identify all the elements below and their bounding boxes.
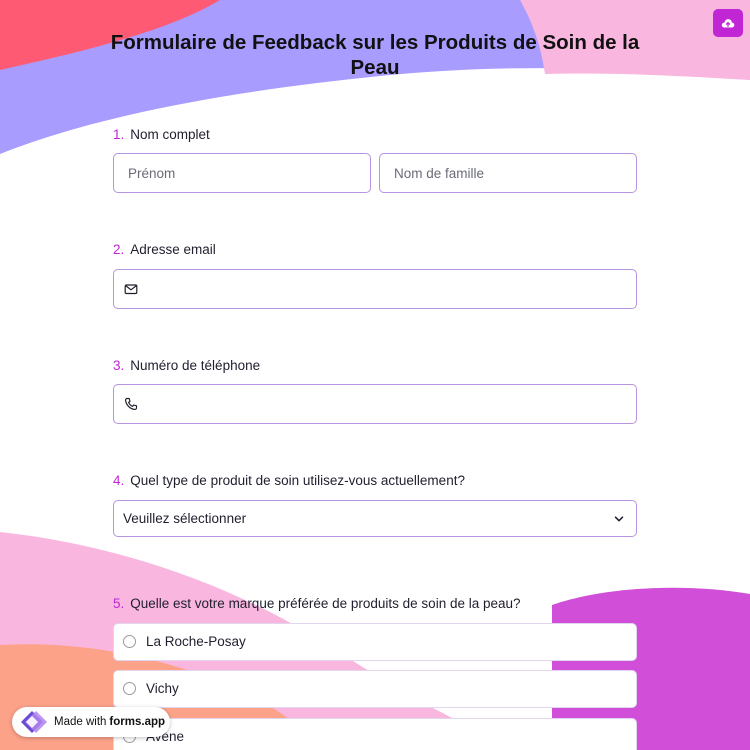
last-name-field[interactable] [379, 153, 637, 193]
cloud-upload-icon [721, 19, 735, 28]
phone-field[interactable] [113, 384, 637, 424]
question-text: Nom complet [130, 127, 210, 142]
question-3-label: 3. Numéro de téléphone [113, 358, 260, 373]
radio-button[interactable] [123, 682, 136, 695]
first-name-input[interactable] [114, 154, 370, 192]
question-text: Quelle est votre marque préférée de prod… [130, 596, 521, 611]
question-text: Adresse email [130, 242, 216, 257]
option-label: La Roche-Posay [146, 634, 246, 649]
envelope-icon [124, 284, 138, 295]
brand-option[interactable]: La Roche-Posay [113, 623, 637, 661]
question-2-label: 2. Adresse email [113, 242, 216, 257]
chevron-down-icon [614, 516, 624, 522]
forms-app-logo-icon [21, 711, 47, 733]
question-text: Numéro de téléphone [130, 358, 261, 373]
email-field[interactable] [113, 269, 637, 309]
last-name-input[interactable] [380, 154, 636, 192]
email-input[interactable] [114, 270, 636, 308]
option-label: Vichy [146, 681, 179, 696]
select-value: Veuillez sélectionner [123, 511, 247, 526]
question-number: 4. [113, 473, 125, 488]
question-4-label: 4. Quel type de produit de soin utilisez-… [113, 473, 465, 488]
product-type-select[interactable]: Veuillez sélectionner [113, 500, 637, 537]
question-number: 2. [113, 242, 125, 257]
badge-prefix: Made with [54, 716, 107, 728]
made-with-badge[interactable]: Made with forms.app [12, 707, 170, 737]
phone-input[interactable] [114, 385, 636, 423]
question-text: Quel type de produit de soin utilisez-vo… [130, 473, 465, 488]
brand-option[interactable]: Vichy [113, 670, 637, 708]
brand-option[interactable]: Avène [113, 718, 637, 750]
radio-button[interactable] [123, 635, 136, 648]
question-5-label: 5. Quelle est votre marque préférée de pr… [113, 596, 521, 611]
question-1-label: 1. Nom complet [113, 127, 210, 142]
question-number: 5. [113, 596, 125, 611]
question-number: 1. [113, 127, 125, 142]
feedback-form: Formulaire de Feedback sur les Produits … [0, 0, 750, 750]
first-name-field[interactable] [113, 153, 371, 193]
question-number: 3. [113, 358, 125, 373]
phone-icon [125, 397, 138, 410]
upload-button[interactable] [713, 9, 743, 37]
form-title: Formulaire de Feedback sur les Produits … [110, 31, 640, 79]
badge-brand: forms.app [109, 716, 166, 728]
